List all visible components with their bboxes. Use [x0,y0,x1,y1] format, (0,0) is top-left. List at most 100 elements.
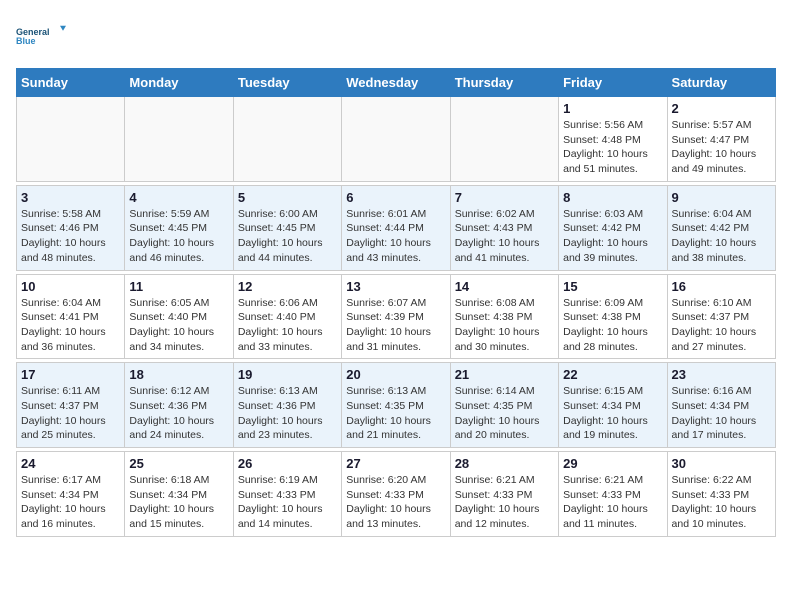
calendar-day-cell: 25 Sunrise: 6:18 AM Sunset: 4:34 PM Dayli… [125,452,233,537]
day-info: Sunrise: 6:22 AM Sunset: 4:33 PM Dayligh… [672,473,771,532]
day-info: Sunrise: 6:01 AM Sunset: 4:44 PM Dayligh… [346,207,445,266]
calendar-day-cell: 2 Sunrise: 5:57 AM Sunset: 4:47 PM Daylig… [667,97,775,182]
day-number: 9 [672,190,771,205]
calendar-empty-cell [125,97,233,182]
day-number: 14 [455,279,554,294]
day-number: 4 [129,190,228,205]
calendar-day-cell: 27 Sunrise: 6:20 AM Sunset: 4:33 PM Dayli… [342,452,450,537]
calendar-day-cell: 24Sunrise: 6:17 AM Sunset: 4:34 PM Dayli… [17,452,125,537]
day-number: 30 [672,456,771,471]
weekday-header-monday: Monday [125,69,233,97]
calendar-day-cell: 11 Sunrise: 6:05 AM Sunset: 4:40 PM Dayli… [125,274,233,359]
day-number: 19 [238,367,337,382]
weekday-header-tuesday: Tuesday [233,69,341,97]
calendar-day-cell: 20Sunrise: 6:13 AM Sunset: 4:35 PM Dayli… [342,363,450,448]
day-number: 12 [238,279,337,294]
calendar-empty-cell [233,97,341,182]
day-number: 23 [672,367,771,382]
calendar-day-cell: 21 Sunrise: 6:14 AM Sunset: 4:35 PM Dayli… [450,363,558,448]
day-info: Sunrise: 6:02 AM Sunset: 4:43 PM Dayligh… [455,207,554,266]
day-info: Sunrise: 6:20 AM Sunset: 4:33 PM Dayligh… [346,473,445,532]
calendar-day-cell: 6 Sunrise: 6:01 AM Sunset: 4:44 PM Daylig… [342,185,450,270]
calendar-day-cell: 17 Sunrise: 6:11 AM Sunset: 4:37 PM Dayli… [17,363,125,448]
day-number: 18 [129,367,228,382]
calendar-empty-cell [342,97,450,182]
day-info: Sunrise: 6:05 AM Sunset: 4:40 PM Dayligh… [129,296,228,355]
logo: General Blue [16,16,66,56]
day-info: Sunrise: 6:17 AM Sunset: 4:34 PM Dayligh… [21,473,120,532]
day-number: 20 [346,367,445,382]
calendar-day-cell: 18Sunrise: 6:12 AM Sunset: 4:36 PM Dayli… [125,363,233,448]
day-info: Sunrise: 6:19 AM Sunset: 4:33 PM Dayligh… [238,473,337,532]
calendar-day-cell: 3Sunrise: 5:58 AM Sunset: 4:46 PM Daylig… [17,185,125,270]
day-number: 25 [129,456,228,471]
day-info: Sunrise: 6:03 AM Sunset: 4:42 PM Dayligh… [563,207,662,266]
logo-svg: General Blue [16,16,66,56]
day-info: Sunrise: 6:08 AM Sunset: 4:38 PM Dayligh… [455,296,554,355]
calendar-day-cell: 10Sunrise: 6:04 AM Sunset: 4:41 PM Dayli… [17,274,125,359]
calendar-empty-cell [450,97,558,182]
page-header: General Blue [16,16,776,56]
day-number: 15 [563,279,662,294]
day-info: Sunrise: 6:21 AM Sunset: 4:33 PM Dayligh… [455,473,554,532]
calendar-day-cell: 26 Sunrise: 6:19 AM Sunset: 4:33 PM Dayli… [233,452,341,537]
day-number: 11 [129,279,228,294]
day-number: 7 [455,190,554,205]
calendar-day-cell: 9 Sunrise: 6:04 AM Sunset: 4:42 PM Daylig… [667,185,775,270]
day-info: Sunrise: 6:04 AM Sunset: 4:41 PM Dayligh… [21,296,120,355]
day-number: 27 [346,456,445,471]
svg-text:Blue: Blue [16,36,36,46]
day-number: 8 [563,190,662,205]
calendar-day-cell: 14 Sunrise: 6:08 AM Sunset: 4:38 PM Dayli… [450,274,558,359]
calendar-day-cell: 29Sunrise: 6:21 AM Sunset: 4:33 PM Dayli… [559,452,667,537]
day-info: Sunrise: 5:57 AM Sunset: 4:47 PM Dayligh… [672,118,771,177]
day-info: Sunrise: 6:16 AM Sunset: 4:34 PM Dayligh… [672,384,771,443]
day-number: 3 [21,190,120,205]
calendar-day-cell: 15 Sunrise: 6:09 AM Sunset: 4:38 PM Dayli… [559,274,667,359]
calendar-week-row: 17 Sunrise: 6:11 AM Sunset: 4:37 PM Dayli… [17,363,776,448]
calendar-day-cell: 12Sunrise: 6:06 AM Sunset: 4:40 PM Dayli… [233,274,341,359]
day-info: Sunrise: 6:14 AM Sunset: 4:35 PM Dayligh… [455,384,554,443]
day-number: 2 [672,101,771,116]
calendar-day-cell: 28 Sunrise: 6:21 AM Sunset: 4:33 PM Dayli… [450,452,558,537]
calendar-day-cell: 8 Sunrise: 6:03 AM Sunset: 4:42 PM Daylig… [559,185,667,270]
day-number: 29 [563,456,662,471]
day-number: 5 [238,190,337,205]
day-info: Sunrise: 6:10 AM Sunset: 4:37 PM Dayligh… [672,296,771,355]
calendar-week-row: 1 Sunrise: 5:56 AM Sunset: 4:48 PM Daylig… [17,97,776,182]
calendar-day-cell: 5 Sunrise: 6:00 AM Sunset: 4:45 PM Daylig… [233,185,341,270]
day-number: 6 [346,190,445,205]
day-number: 1 [563,101,662,116]
day-info: Sunrise: 6:11 AM Sunset: 4:37 PM Dayligh… [21,384,120,443]
calendar-day-cell: 30 Sunrise: 6:22 AM Sunset: 4:33 PM Dayli… [667,452,775,537]
calendar-day-cell: 22Sunrise: 6:15 AM Sunset: 4:34 PM Dayli… [559,363,667,448]
day-info: Sunrise: 6:09 AM Sunset: 4:38 PM Dayligh… [563,296,662,355]
calendar-day-cell: 13 Sunrise: 6:07 AM Sunset: 4:39 PM Dayli… [342,274,450,359]
weekday-header-wednesday: Wednesday [342,69,450,97]
day-number: 22 [563,367,662,382]
day-number: 28 [455,456,554,471]
weekday-header-thursday: Thursday [450,69,558,97]
calendar-day-cell: 7 Sunrise: 6:02 AM Sunset: 4:43 PM Daylig… [450,185,558,270]
calendar-week-row: 24Sunrise: 6:17 AM Sunset: 4:34 PM Dayli… [17,452,776,537]
day-number: 26 [238,456,337,471]
weekday-header-sunday: Sunday [17,69,125,97]
calendar-empty-cell [17,97,125,182]
day-number: 21 [455,367,554,382]
calendar-week-row: 10Sunrise: 6:04 AM Sunset: 4:41 PM Dayli… [17,274,776,359]
day-info: Sunrise: 6:18 AM Sunset: 4:34 PM Dayligh… [129,473,228,532]
calendar-table: SundayMondayTuesdayWednesdayThursdayFrid… [16,68,776,537]
day-info: Sunrise: 6:04 AM Sunset: 4:42 PM Dayligh… [672,207,771,266]
calendar-day-cell: 4 Sunrise: 5:59 AM Sunset: 4:45 PM Daylig… [125,185,233,270]
calendar-day-cell: 1 Sunrise: 5:56 AM Sunset: 4:48 PM Daylig… [559,97,667,182]
weekday-header-friday: Friday [559,69,667,97]
day-info: Sunrise: 6:07 AM Sunset: 4:39 PM Dayligh… [346,296,445,355]
day-info: Sunrise: 5:59 AM Sunset: 4:45 PM Dayligh… [129,207,228,266]
day-info: Sunrise: 6:00 AM Sunset: 4:45 PM Dayligh… [238,207,337,266]
day-info: Sunrise: 5:56 AM Sunset: 4:48 PM Dayligh… [563,118,662,177]
day-info: Sunrise: 6:13 AM Sunset: 4:36 PM Dayligh… [238,384,337,443]
day-number: 16 [672,279,771,294]
weekday-header-saturday: Saturday [667,69,775,97]
day-number: 17 [21,367,120,382]
day-number: 13 [346,279,445,294]
